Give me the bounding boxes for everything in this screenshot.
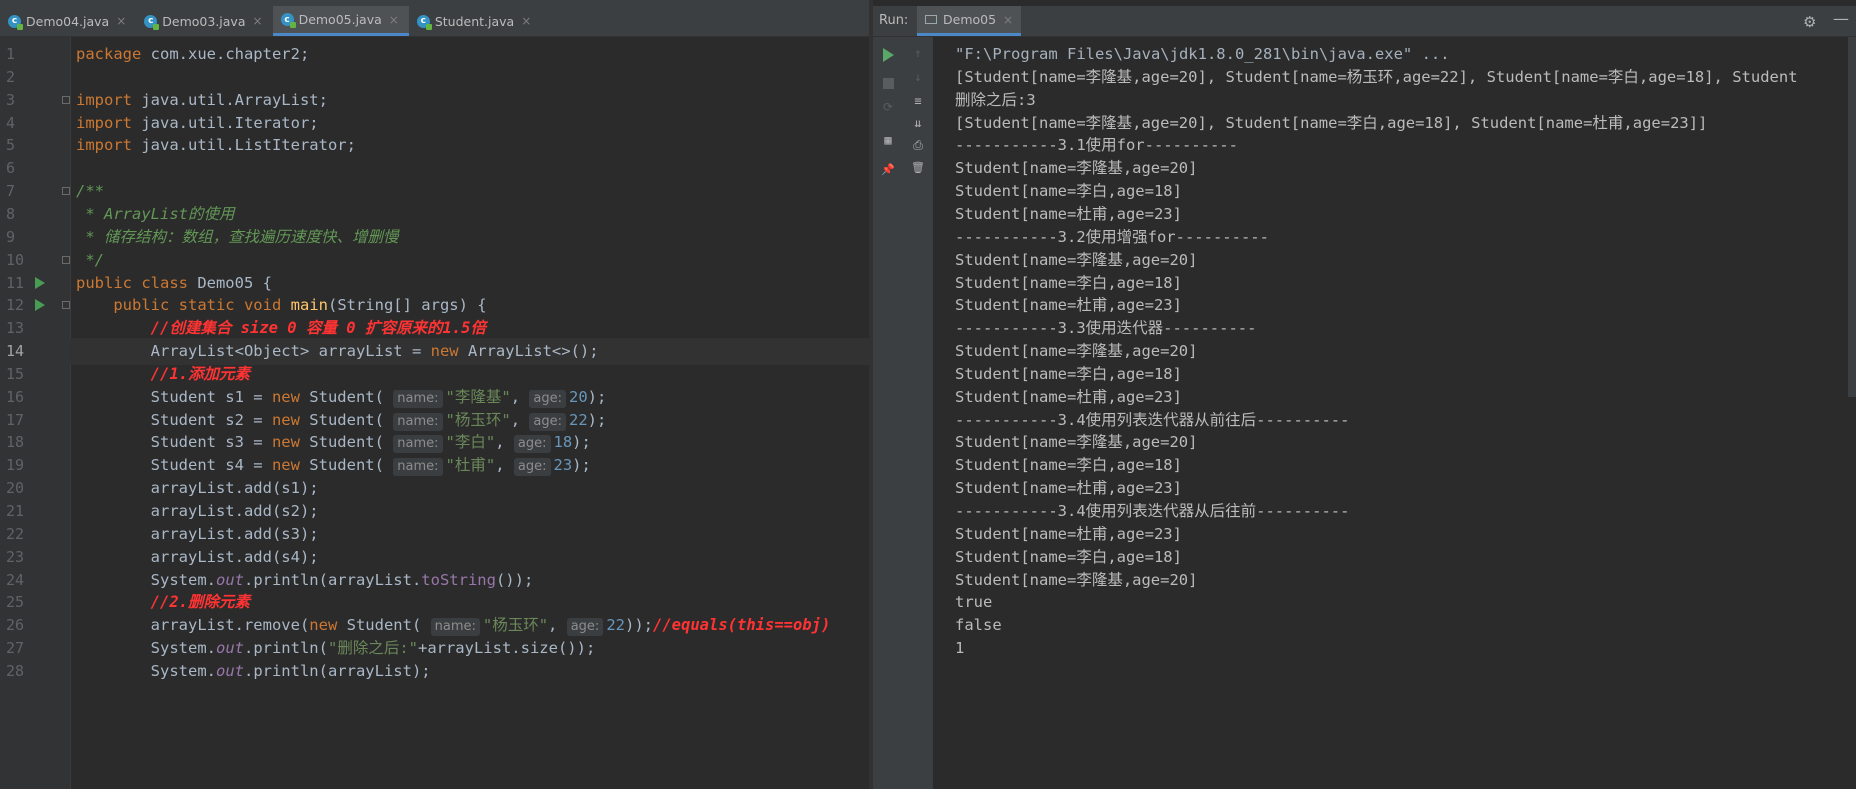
- run-tab-demo05[interactable]: Demo05 ×: [917, 6, 1022, 36]
- editor-tab-student[interactable]: c Student.java ×: [409, 6, 541, 36]
- close-icon[interactable]: ×: [389, 13, 399, 27]
- editor-tab-label: Demo04.java: [26, 13, 110, 29]
- run-toolbar-primary: ⟳ ▦ 📌: [873, 37, 904, 789]
- print-icon[interactable]: ⎙: [910, 137, 926, 153]
- line-number: 28: [6, 661, 25, 680]
- run-toolbar-secondary: ↑ ↓ ≡ ⇊ ⎙ 🗑: [903, 37, 934, 789]
- run-gutter-icon[interactable]: [35, 299, 45, 312]
- editor-tab-label: Demo03.java: [162, 13, 246, 29]
- soft-wrap-icon[interactable]: ≡: [910, 93, 926, 109]
- play-icon: [882, 48, 894, 62]
- console-line: 1: [955, 639, 965, 658]
- close-icon[interactable]: ×: [521, 14, 531, 28]
- editor-tab-bar: c Demo04.java × c Demo03.java × c Demo05.java × c…: [0, 6, 869, 37]
- rerun-button[interactable]: [880, 47, 896, 63]
- editor-tab-demo03[interactable]: c Demo03.java ×: [136, 6, 272, 36]
- editor-tab-label: Demo05.java: [298, 12, 382, 27]
- ide-window: c Demo04.java × c Demo03.java × c Demo05.java × c…: [0, 0, 1856, 789]
- console-scrollbar[interactable]: [1848, 37, 1856, 397]
- code-editor: c Demo04.java × c Demo03.java × c Demo05.java × c…: [0, 0, 869, 789]
- close-icon[interactable]: ×: [253, 14, 263, 28]
- code-area[interactable]: package com.xue.chapter2; import java.uti…: [70, 37, 869, 789]
- java-class-icon: c: [144, 14, 160, 30]
- pin-icon[interactable]: 📌: [880, 161, 896, 177]
- run-tab-label: Demo05: [943, 12, 997, 27]
- scroll-up-icon[interactable]: ↑: [910, 45, 926, 61]
- java-class-icon: c: [280, 13, 296, 28]
- console-icon: [925, 15, 937, 24]
- code-line[interactable]: System.out.println(arrayList);: [70, 658, 869, 685]
- close-icon[interactable]: ×: [1003, 13, 1013, 27]
- scroll-to-end-icon[interactable]: ⇊: [910, 115, 926, 131]
- scroll-down-icon[interactable]: ↓: [910, 69, 926, 85]
- console-output[interactable]: "F:\Program Files\Java\jdk1.8.0_281\bin\…: [945, 37, 1850, 789]
- rerun-failed-icon[interactable]: ⟳: [880, 99, 896, 115]
- run-header: Run: Demo05 × ⚙ —: [873, 6, 1856, 37]
- fold-icon[interactable]: [62, 187, 70, 196]
- run-tool-window: Run: Demo05 × ⚙ — ⟳ ▦ 📌 ↑ ↓ ≡ ⇊ ⎙ 🗑 "F:\…: [873, 0, 1856, 789]
- editor-tab-demo04[interactable]: c Demo04.java ×: [0, 6, 136, 36]
- editor-tab-label: Student.java: [434, 13, 515, 29]
- fold-icon[interactable]: [62, 301, 70, 310]
- fold-icon[interactable]: [62, 95, 70, 104]
- java-class-icon: c: [8, 14, 23, 30]
- run-label: Run:: [879, 13, 909, 28]
- java-class-icon: c: [416, 14, 432, 30]
- close-icon[interactable]: ×: [116, 14, 126, 28]
- layout-icon[interactable]: ▦: [880, 132, 896, 148]
- line-number-gutter: 1 2 3 4 5 6 7 8 9 10 11 12 13 14 15 16 17 18 19 20 21 22 23 24 2…: [0, 37, 71, 789]
- gutter-line[interactable]: 28: [0, 658, 70, 685]
- minimize-icon[interactable]: —: [1833, 9, 1849, 28]
- stop-button[interactable]: [880, 75, 896, 91]
- console-line: [Student[name=李隆基,age=20], Student[name=…: [955, 67, 1798, 86]
- trash-icon[interactable]: 🗑: [910, 159, 926, 175]
- editor-tab-demo05[interactable]: c Demo05.java ×: [272, 6, 409, 36]
- fold-icon[interactable]: [62, 255, 70, 264]
- run-gutter-icon[interactable]: [35, 276, 45, 289]
- gear-icon[interactable]: ⚙: [1803, 13, 1816, 31]
- stop-icon: [882, 77, 894, 89]
